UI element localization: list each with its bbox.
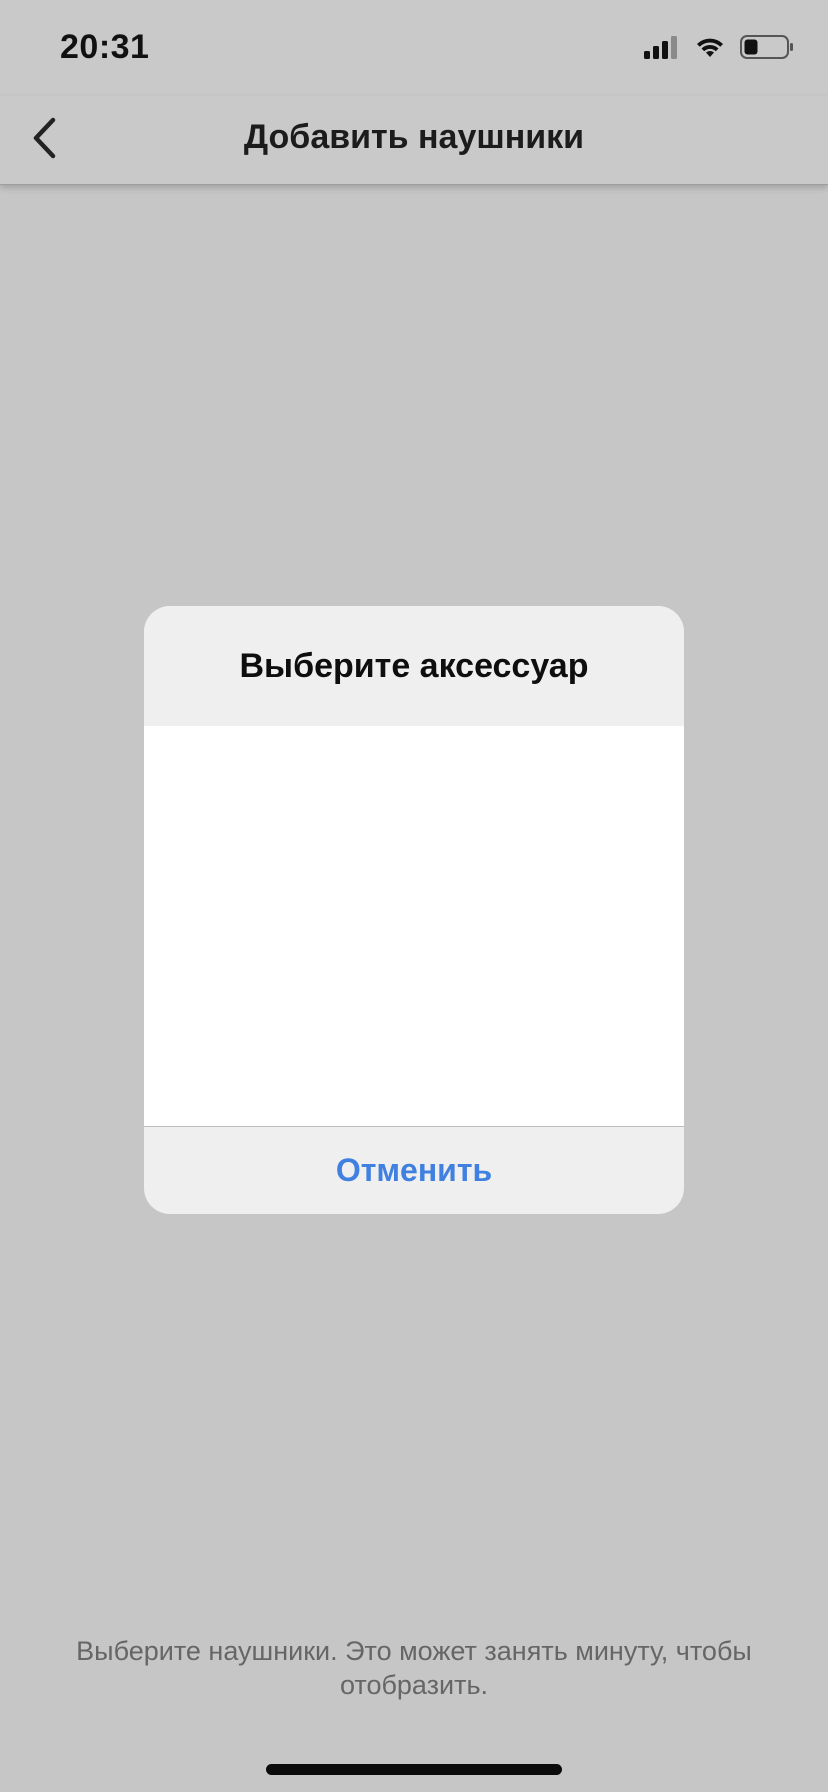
status-icons (644, 34, 794, 64)
battery-icon (740, 34, 794, 65)
status-time: 20:31 (60, 28, 150, 66)
signal-icon (644, 35, 680, 64)
page-title: Добавить наушники (243, 118, 585, 156)
dialog-title: Выберите аксессуар (239, 646, 589, 685)
dialog-header: Выберите аксессуар (144, 606, 684, 726)
hint-text: Выберите наушники. Это может занять мину… (76, 1636, 752, 1700)
home-indicator[interactable] (266, 1764, 562, 1775)
cancel-button[interactable]: Отменить (144, 1127, 684, 1214)
chevron-left-icon (29, 116, 59, 165)
back-button[interactable] (14, 110, 74, 170)
accessory-list[interactable] (144, 726, 684, 1127)
status-bar: 20:31 (0, 0, 828, 96)
accessory-picker-dialog: Выберите аксессуар Отменить (144, 606, 684, 1214)
nav-bar: Добавить наушники (0, 96, 828, 185)
wifi-icon (694, 35, 726, 64)
